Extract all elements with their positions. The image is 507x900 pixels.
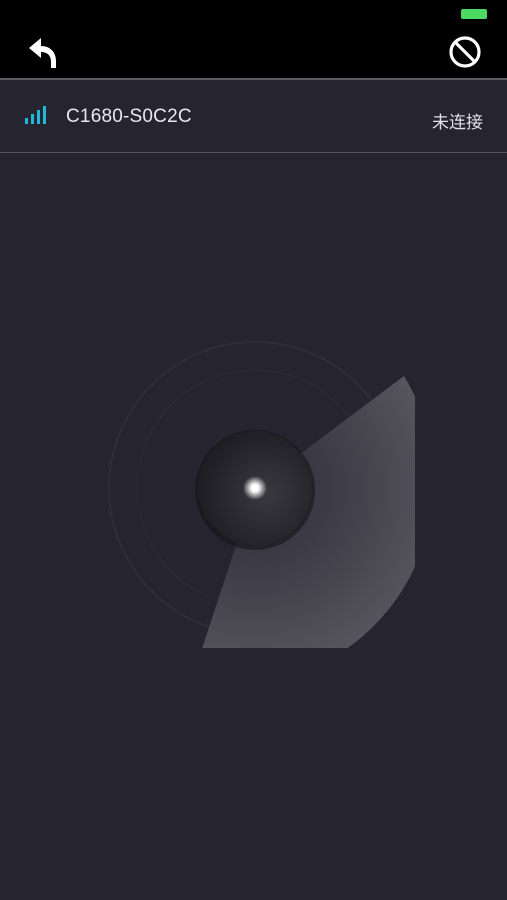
- disconnect-button[interactable]: [447, 34, 483, 70]
- device-name: C1680-S0C2C: [66, 106, 192, 127]
- navigation-bar: [0, 0, 507, 78]
- connection-status: 未连接: [432, 113, 483, 133]
- row-divider: [0, 152, 507, 153]
- device-list-item[interactable]: C1680-S0C2C 未连接: [0, 80, 507, 152]
- no-entry-icon: [449, 36, 481, 68]
- signal-bars-icon: [25, 106, 46, 124]
- radar-scan-icon: [108, 341, 415, 648]
- battery-indicator: [461, 9, 487, 19]
- back-arrow-icon: [29, 38, 56, 68]
- back-button[interactable]: [22, 32, 62, 72]
- screen: C1680-S0C2C 未连接: [0, 0, 507, 900]
